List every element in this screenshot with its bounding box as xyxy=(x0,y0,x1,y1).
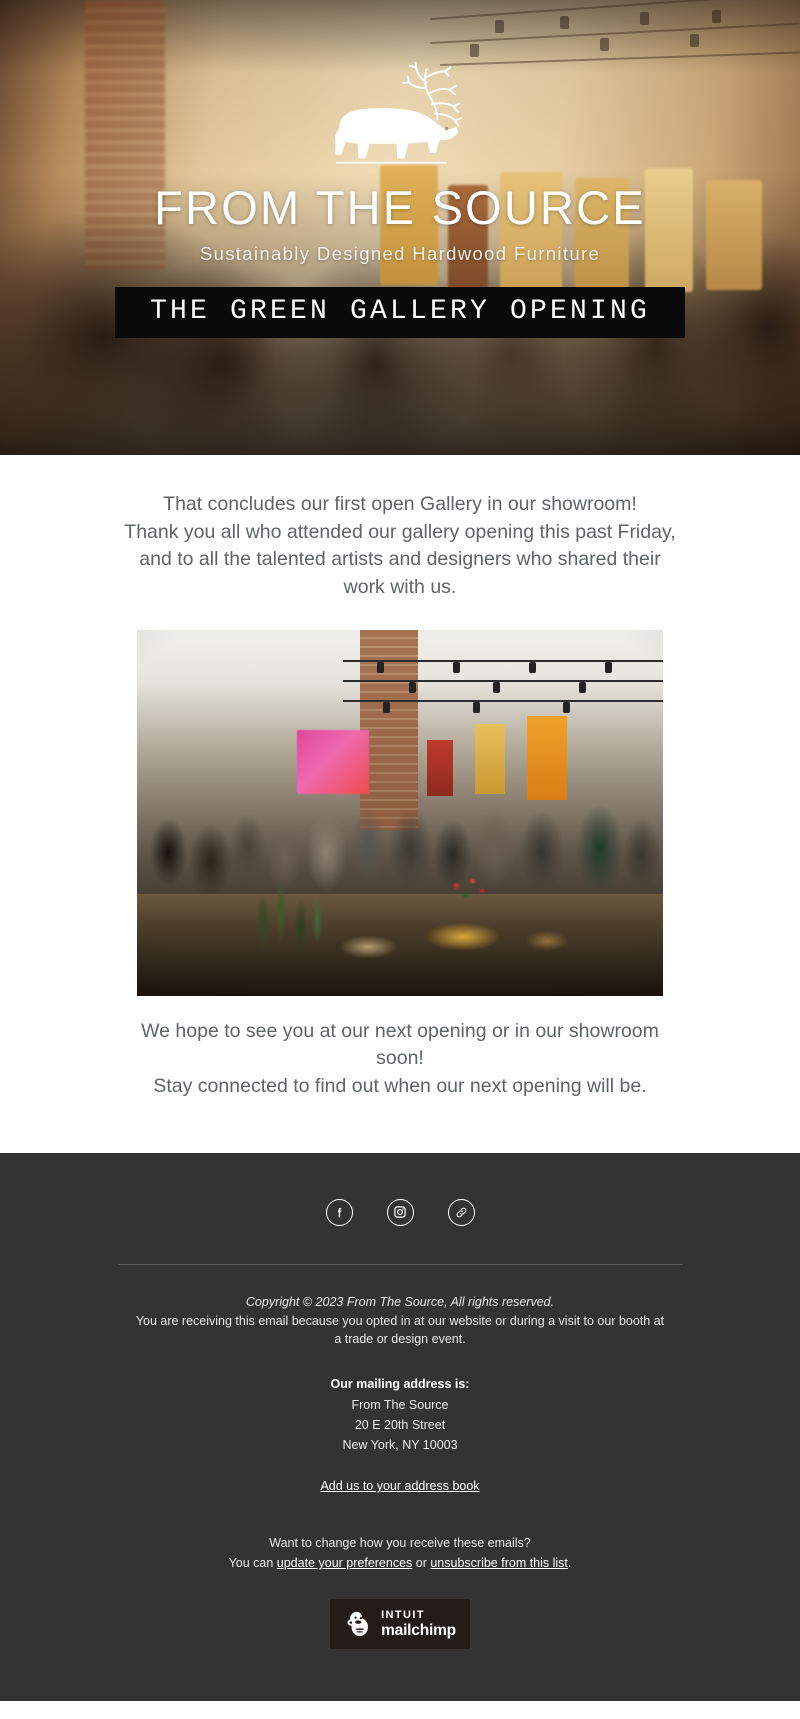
intro-line: Thank you all who attended our gallery o… xyxy=(124,520,676,543)
facebook-icon[interactable] xyxy=(325,1198,353,1226)
address-line-3: New York, NY 10003 xyxy=(342,1438,458,1453)
optin-notice: You are receiving this email because you… xyxy=(135,1313,665,1346)
preferences-question: Want to change how you receive these ema… xyxy=(269,1536,531,1551)
outro-line: Stay connected to find out when our next… xyxy=(153,1075,647,1098)
mailing-address: Our mailing address is: From The Source … xyxy=(331,1374,470,1455)
mailchimp-badge[interactable]: INTUIT mailchimp xyxy=(330,1599,470,1650)
gallery-opening-photo[interactable] xyxy=(137,629,663,996)
outro-line: soon! xyxy=(376,1047,424,1070)
prefs-middle: or xyxy=(412,1556,431,1571)
update-preferences-link[interactable]: update your preferences xyxy=(277,1556,413,1570)
email-body: FROM THE SOURCE Sustainably Designed Har… xyxy=(0,0,800,1719)
link-icon[interactable] xyxy=(447,1198,475,1226)
mailchimp-label: mailchimp xyxy=(381,1622,456,1640)
intro-paragraph: That concludes our first open Gallery in… xyxy=(117,491,683,602)
outro-paragraph: We hope to see you at our next opening o… xyxy=(117,1018,683,1101)
footer-divider xyxy=(117,1263,683,1265)
copyright-text: Copyright © 2023 From The Source, All ri… xyxy=(245,1294,555,1309)
headline-text: THE GREEN GALLERY OPENING xyxy=(149,296,651,327)
unsubscribe-link[interactable]: unsubscribe from this list xyxy=(430,1556,568,1570)
preferences-actions: You can update your preferences or unsub… xyxy=(229,1553,572,1573)
brand-title: FROM THE SOURCE xyxy=(154,181,646,234)
mailchimp-freddie-icon xyxy=(347,1612,369,1637)
headline-bar: THE GREEN GALLERY OPENING xyxy=(115,287,685,338)
add-to-address-book-link[interactable]: Add us to your address book xyxy=(320,1479,479,1493)
mailchimp-intuit-label: INTUIT xyxy=(381,1609,425,1622)
intro-line: That concludes our first open Gallery in… xyxy=(163,493,637,515)
prefs-suffix: . xyxy=(567,1556,572,1571)
intro-line: and to all the talented artists and desi… xyxy=(139,548,661,571)
intro-line: work with us. xyxy=(343,576,457,599)
address-line-2: 20 E 20th Street xyxy=(354,1417,446,1432)
hero-banner: FROM THE SOURCE Sustainably Designed Har… xyxy=(0,0,800,455)
brand-tagline: Sustainably Designed Hardwood Furniture xyxy=(199,243,601,264)
social-links xyxy=(325,1198,475,1226)
outro-line: We hope to see you at our next opening o… xyxy=(141,1019,659,1042)
instagram-icon[interactable] xyxy=(386,1198,414,1226)
prefs-prefix: You can xyxy=(228,1556,277,1571)
main-content: That concludes our first open Gallery in… xyxy=(0,455,800,1153)
rhino-antler-logo-icon xyxy=(334,62,462,164)
preferences-block: Want to change how you receive these ema… xyxy=(229,1533,572,1573)
address-line-1: From The Source xyxy=(351,1397,449,1412)
email-footer: Copyright © 2023 From The Source, All ri… xyxy=(0,1152,800,1702)
address-title: Our mailing address is: xyxy=(330,1377,470,1392)
